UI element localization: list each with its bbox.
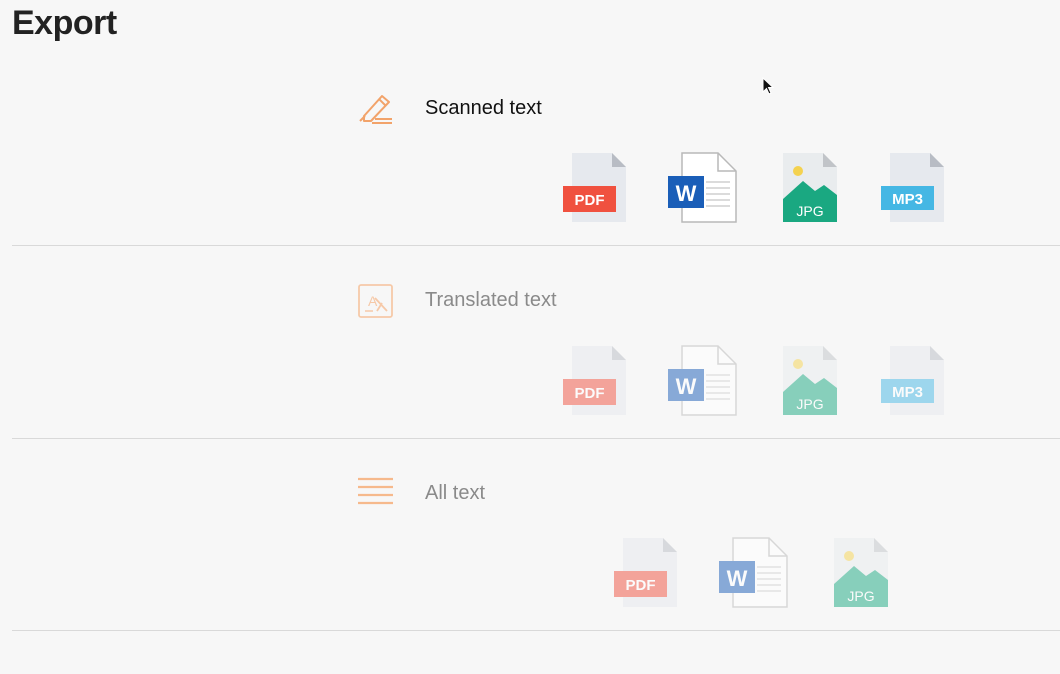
page-title: Export (12, 4, 117, 42)
divider (12, 438, 1060, 439)
export-word-scanned[interactable]: W (664, 150, 744, 226)
svg-text:A: A (368, 293, 378, 309)
export-mp3-translated[interactable]: MP3 (876, 343, 956, 419)
jpg-label: JPG (796, 396, 823, 412)
word-label: W (676, 181, 697, 206)
pdf-label: PDF (626, 577, 656, 594)
section-label-scanned[interactable]: Scanned text (425, 97, 542, 120)
export-pdf-all[interactable]: PDF (609, 535, 689, 611)
section-label-translated[interactable]: Translated text (425, 289, 557, 312)
export-word-translated[interactable]: W (664, 343, 744, 419)
word-label: W (727, 566, 748, 591)
jpg-label: JPG (796, 203, 823, 219)
export-mp3-scanned[interactable]: MP3 (876, 150, 956, 226)
export-jpg-translated[interactable]: JPG (770, 343, 850, 419)
export-pdf-scanned[interactable]: PDF (558, 150, 638, 226)
translate-icon: A (356, 281, 396, 321)
export-pdf-translated[interactable]: PDF (558, 343, 638, 419)
highlighter-icon (356, 89, 396, 129)
export-jpg-all[interactable]: JPG (821, 535, 901, 611)
divider (12, 245, 1060, 246)
pdf-label: PDF (575, 385, 605, 402)
mp3-label: MP3 (892, 191, 923, 208)
divider (12, 630, 1060, 631)
word-label: W (676, 374, 697, 399)
jpg-label: JPG (847, 588, 874, 604)
mp3-label: MP3 (892, 384, 923, 401)
export-word-all[interactable]: W (715, 535, 795, 611)
lines-icon (356, 473, 396, 513)
export-jpg-scanned[interactable]: JPG (770, 150, 850, 226)
section-label-all[interactable]: All text (425, 482, 485, 505)
mouse-cursor-icon (762, 76, 776, 97)
pdf-label: PDF (575, 192, 605, 209)
